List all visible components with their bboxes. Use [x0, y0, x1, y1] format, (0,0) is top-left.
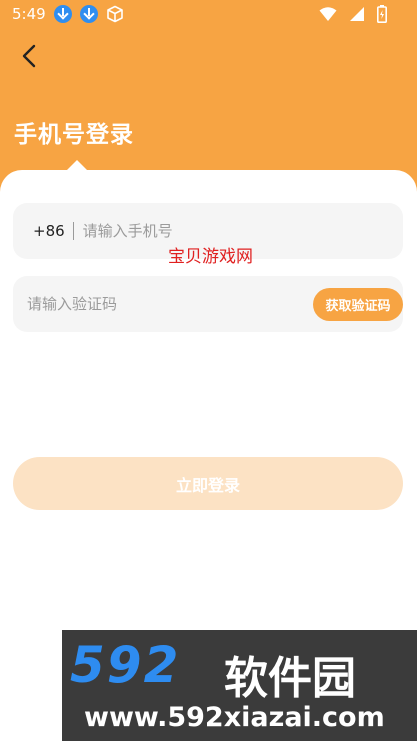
watermark-banner: 592 软件园 www.592xiazai.com — [62, 630, 417, 741]
country-code-selector[interactable]: +86 — [33, 222, 65, 240]
chevron-left-icon — [22, 44, 36, 68]
page-title: 手机号登录 — [14, 122, 134, 148]
package-icon — [106, 5, 123, 23]
verification-code-field: 获取验证码 — [13, 276, 403, 332]
battery-icon — [377, 5, 387, 23]
watermark-text: 宝贝游戏网 — [168, 247, 253, 267]
login-button[interactable]: 立即登录 — [13, 457, 403, 510]
back-button[interactable] — [14, 40, 44, 72]
download-icon — [53, 5, 72, 23]
card-notch — [66, 160, 88, 171]
download-icon — [79, 5, 98, 23]
wifi-icon — [319, 7, 337, 21]
phone-input[interactable] — [82, 222, 323, 240]
get-code-button[interactable]: 获取验证码 — [313, 288, 403, 321]
signal-icon — [350, 7, 364, 21]
banner-logo-number: 592 — [70, 636, 181, 694]
status-bar: 5:49 — [0, 0, 417, 28]
verification-code-input[interactable] — [27, 295, 277, 313]
status-time: 5:49 — [12, 5, 46, 23]
banner-site-name: 软件园 — [224, 653, 356, 704]
status-indicators — [319, 5, 387, 23]
banner-url: www.592xiazai.com — [84, 702, 385, 733]
field-divider — [72, 222, 74, 240]
